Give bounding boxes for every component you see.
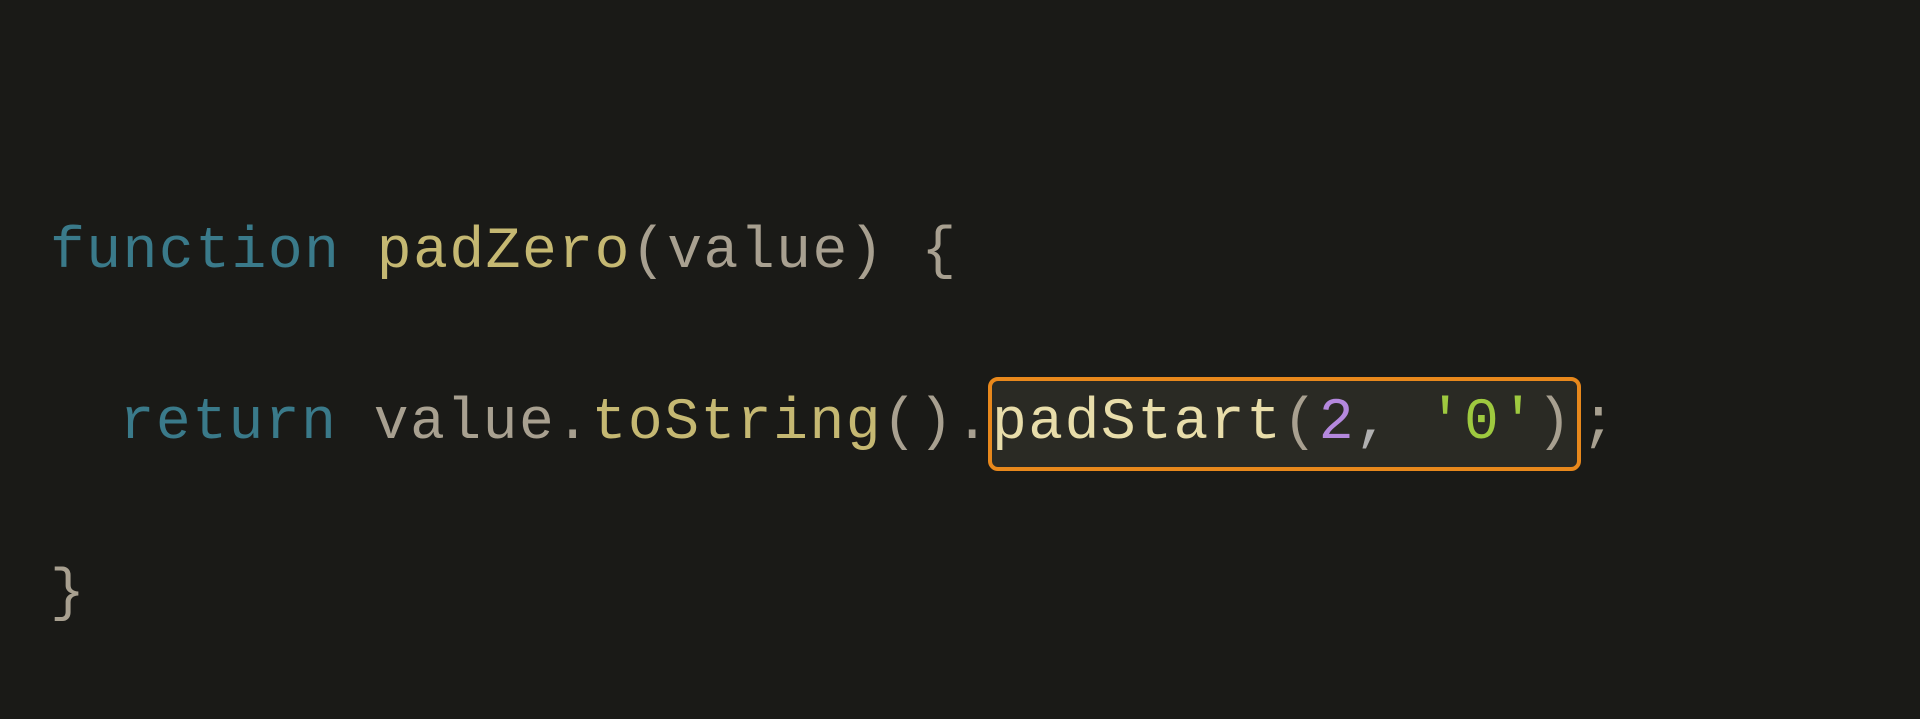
method-padstart: padStart xyxy=(992,391,1282,456)
dot-operator: . xyxy=(555,391,591,456)
semicolon: ; xyxy=(1581,391,1617,456)
close-paren: ) xyxy=(1537,391,1573,456)
keyword-function: function xyxy=(50,220,340,285)
open-paren: ( xyxy=(631,220,667,285)
open-brace: { xyxy=(921,220,957,285)
close-brace: } xyxy=(50,562,86,627)
keyword-return: return xyxy=(120,391,338,456)
comma: , xyxy=(1355,391,1391,456)
code-line-1: function padZero(value) { xyxy=(50,212,1870,294)
code-editor[interactable]: function padZero(value) { return value.t… xyxy=(0,0,1920,719)
method-tostring: toString xyxy=(592,391,882,456)
code-line-3: } xyxy=(50,554,1870,636)
code-line-2: return value.toString().padStart(2, '0')… xyxy=(50,377,1870,471)
number-literal: 2 xyxy=(1319,391,1355,456)
variable-value: value xyxy=(374,391,556,456)
close-paren: ) xyxy=(849,220,885,285)
paren-empty: () xyxy=(882,391,955,456)
param-value: value xyxy=(667,220,849,285)
string-literal: '0' xyxy=(1428,391,1537,456)
highlight-box: padStart(2, '0') xyxy=(988,377,1581,471)
function-name: padZero xyxy=(377,220,631,285)
open-paren: ( xyxy=(1282,391,1318,456)
dot-operator: . xyxy=(955,391,991,456)
